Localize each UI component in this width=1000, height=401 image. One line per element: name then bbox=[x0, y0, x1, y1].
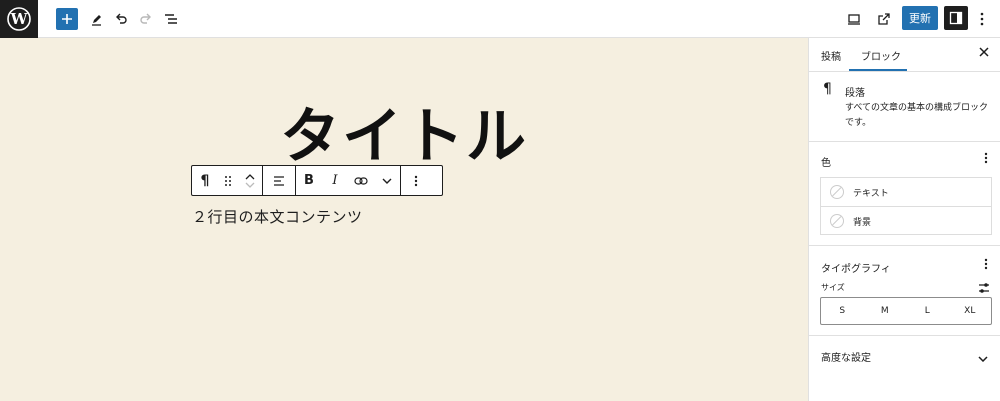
chevron-down-icon bbox=[978, 356, 988, 363]
block-toolbar-group-options bbox=[401, 166, 431, 195]
paragraph-block[interactable]: ２行目の本文コンテンツ bbox=[192, 206, 363, 227]
color-options-list: テキスト 背景 bbox=[820, 177, 992, 235]
color-panel-title: 色 bbox=[821, 158, 831, 169]
tab-block[interactable]: ブロック bbox=[861, 48, 901, 63]
redo-button[interactable] bbox=[137, 9, 155, 29]
font-size-xl[interactable]: XL bbox=[949, 298, 992, 324]
close-sidebar-button[interactable] bbox=[979, 46, 989, 61]
options-button[interactable] bbox=[976, 9, 988, 29]
drag-handle-icon bbox=[225, 175, 231, 186]
empty-swatch-icon bbox=[830, 185, 844, 199]
sliders-icon bbox=[979, 283, 989, 293]
empty-swatch-icon bbox=[830, 214, 844, 228]
pilcrow-icon: ¶ bbox=[823, 81, 832, 97]
list-view-button[interactable] bbox=[162, 9, 180, 29]
tools-button[interactable] bbox=[88, 9, 106, 29]
color-option-label: 背景 bbox=[853, 217, 872, 228]
font-size-l[interactable]: L bbox=[906, 298, 949, 324]
move-up-icon bbox=[245, 173, 255, 179]
preview-button[interactable] bbox=[844, 9, 864, 29]
view-post-button[interactable] bbox=[874, 9, 894, 29]
block-card-description: すべての文章の基本の構成ブロックです。 bbox=[845, 103, 989, 128]
desktop-preview-icon bbox=[848, 14, 860, 25]
font-size-m[interactable]: M bbox=[864, 298, 907, 324]
settings-sidebar: 投稿 ブロック ¶ 段落 すべての文章の基本の構成ブロックです。 色 テキスト … bbox=[808, 38, 1000, 401]
advanced-panel-chevron[interactable] bbox=[978, 347, 988, 366]
move-down-icon bbox=[245, 182, 255, 188]
kebab-icon bbox=[984, 152, 988, 164]
tab-post[interactable]: 投稿 bbox=[821, 48, 841, 63]
chevron-down-icon bbox=[382, 178, 392, 184]
block-toolbar-group-align bbox=[263, 166, 296, 195]
bold-icon: B bbox=[304, 173, 314, 188]
wordpress-logo-button[interactable]: W bbox=[0, 0, 38, 38]
svg-text:W: W bbox=[10, 10, 29, 28]
block-toolbar: ¶ B I bbox=[191, 165, 443, 196]
color-option-text[interactable]: テキスト bbox=[821, 178, 991, 207]
pilcrow-icon: ¶ bbox=[200, 172, 210, 189]
close-icon bbox=[979, 47, 989, 57]
editor-top-bar: W 更新 bbox=[0, 0, 1000, 38]
link-icon bbox=[354, 176, 368, 185]
list-view-icon bbox=[165, 14, 177, 24]
sidebar-settings-icon bbox=[949, 11, 963, 25]
plus-icon bbox=[62, 14, 72, 24]
pen-icon bbox=[92, 15, 101, 26]
block-toolbar-group-type: ¶ bbox=[192, 166, 263, 195]
tab-active-indicator bbox=[849, 69, 907, 71]
block-type-button[interactable]: ¶ bbox=[192, 166, 218, 195]
sidebar-tabs: 投稿 ブロック bbox=[809, 38, 1000, 72]
bold-button[interactable]: B bbox=[296, 166, 322, 195]
color-option-background[interactable]: 背景 bbox=[821, 207, 991, 235]
link-button[interactable] bbox=[348, 166, 374, 195]
align-button[interactable] bbox=[263, 166, 295, 195]
wordpress-logo-icon: W bbox=[7, 7, 31, 31]
update-button[interactable]: 更新 bbox=[902, 6, 938, 30]
add-block-button[interactable] bbox=[56, 8, 78, 30]
italic-icon: I bbox=[332, 173, 338, 188]
custom-size-button[interactable] bbox=[978, 279, 990, 298]
panel-divider bbox=[809, 245, 1000, 246]
italic-button[interactable]: I bbox=[322, 166, 348, 195]
color-panel-options[interactable] bbox=[984, 152, 988, 166]
advanced-panel-toggle[interactable]: 高度な設定 bbox=[821, 349, 871, 364]
undo-icon bbox=[116, 13, 127, 24]
redo-icon bbox=[140, 13, 151, 24]
typography-panel-options[interactable] bbox=[984, 258, 988, 272]
block-toolbar-group-format: B I bbox=[296, 166, 401, 195]
editor-canvas[interactable]: タイトル ¶ B I ２行目の本文コンテンツ bbox=[0, 38, 808, 401]
font-size-s[interactable]: S bbox=[821, 298, 864, 324]
kebab-icon bbox=[414, 175, 418, 186]
settings-button[interactable] bbox=[944, 6, 968, 30]
panel-divider bbox=[809, 335, 1000, 336]
font-size-picker: S M L XL bbox=[820, 297, 992, 325]
block-options-button[interactable] bbox=[401, 166, 431, 195]
external-link-icon bbox=[878, 13, 890, 25]
post-title[interactable]: タイトル bbox=[0, 88, 808, 175]
undo-button[interactable] bbox=[112, 9, 130, 29]
color-option-label: テキスト bbox=[853, 188, 889, 199]
block-card-title: 段落 bbox=[845, 88, 865, 99]
block-card: ¶ 段落 すべての文章の基本の構成ブロックです。 bbox=[809, 72, 1000, 142]
move-buttons[interactable] bbox=[238, 166, 262, 195]
align-icon bbox=[274, 175, 284, 186]
kebab-icon bbox=[980, 12, 984, 26]
typography-panel-title: タイポグラフィ bbox=[821, 264, 891, 275]
drag-handle[interactable] bbox=[218, 166, 238, 195]
more-rich-text-button[interactable] bbox=[374, 166, 400, 195]
font-size-label: サイズ bbox=[821, 283, 845, 292]
kebab-icon bbox=[984, 258, 988, 270]
